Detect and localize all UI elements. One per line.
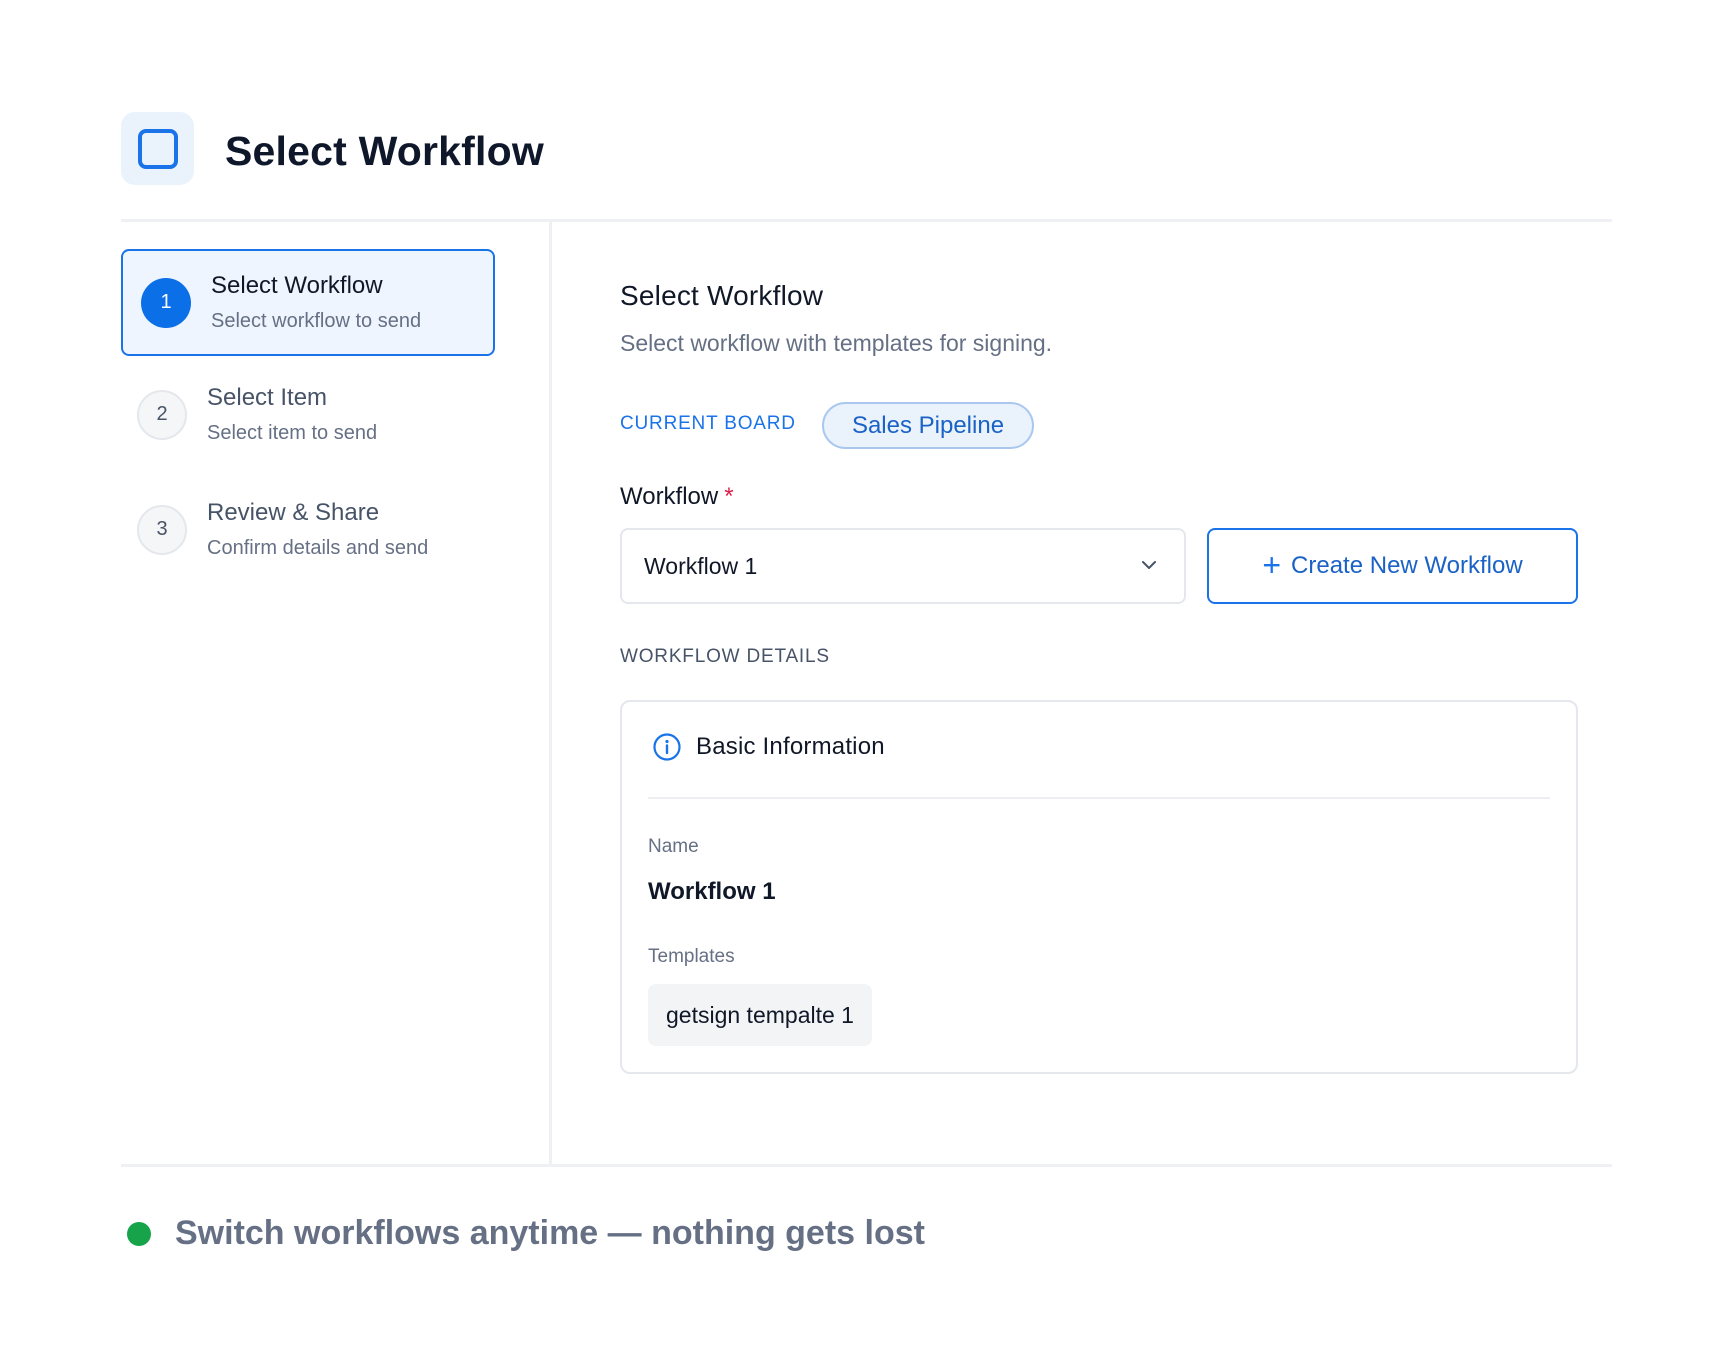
card-title: Basic Information — [696, 733, 885, 760]
card-divider — [648, 797, 1550, 799]
footer-divider — [121, 1164, 1612, 1167]
workflow-field-label: Workflow * — [620, 483, 734, 511]
current-board-badge: Sales Pipeline — [822, 402, 1034, 449]
step-review-share[interactable]: 3 Review & Share Confirm details and sen… — [121, 476, 495, 583]
plus-icon: + — [1262, 546, 1282, 583]
create-button-label: Create New Workflow — [1291, 552, 1523, 579]
section-subtitle: Select workflow with templates for signi… — [620, 330, 1053, 356]
create-new-workflow-button[interactable]: + Create New Workflow — [1207, 528, 1578, 604]
required-marker: * — [724, 483, 734, 510]
step-number: 2 — [137, 389, 187, 440]
header-divider — [121, 219, 1612, 222]
status-dot-icon — [127, 1222, 151, 1246]
step-number: 1 — [141, 277, 191, 328]
step-select-workflow[interactable]: 1 Select Workflow Select workflow to sen… — [121, 249, 495, 356]
footer-tagline: Switch workflows anytime — nothing gets … — [175, 1214, 925, 1252]
step-subtitle: Select workflow to send — [211, 310, 422, 332]
step-subtitle: Select item to send — [207, 422, 378, 444]
workflow-label-text: Workflow — [620, 483, 719, 510]
templates-label: Templates — [648, 946, 735, 967]
workflow-details-card: Basic Information Name Workflow 1 Templa… — [620, 700, 1578, 1074]
current-board-label: CURRENT BOARD — [620, 413, 796, 434]
square-outline-icon — [137, 128, 178, 169]
step-select-item[interactable]: 2 Select Item Select item to send — [121, 361, 495, 468]
workflow-select-value: Workflow 1 — [644, 552, 758, 579]
step-number: 3 — [137, 504, 187, 555]
sidebar-divider — [549, 222, 552, 1164]
workflow-details-label: WORKFLOW DETAILS — [620, 646, 830, 667]
page-title: Select Workflow — [225, 128, 544, 174]
workflow-select[interactable]: Workflow 1 — [620, 528, 1186, 604]
step-title: Review & Share — [207, 499, 380, 526]
name-label: Name — [648, 836, 699, 857]
name-value: Workflow 1 — [648, 878, 776, 905]
app-logo-icon — [121, 112, 194, 185]
step-subtitle: Confirm details and send — [207, 537, 429, 559]
step-title: Select Workflow — [211, 272, 383, 299]
section-title: Select Workflow — [620, 280, 824, 311]
info-icon — [653, 733, 681, 761]
step-title: Select Item — [207, 384, 328, 411]
template-chip: getsign tempalte 1 — [648, 984, 872, 1046]
chevron-down-icon — [1142, 561, 1156, 569]
